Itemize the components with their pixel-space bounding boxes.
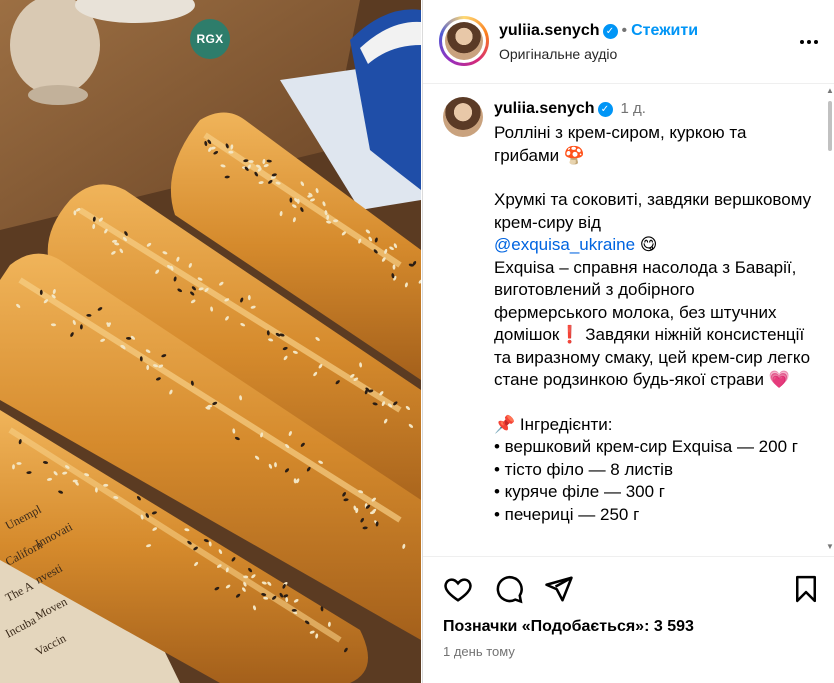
story-ring[interactable] — [439, 16, 489, 66]
scrollbar-thumb[interactable] — [828, 101, 832, 151]
mention-link[interactable]: @exquisa_ukraine — [494, 235, 635, 254]
caption-emoji: 😋 — [635, 235, 658, 254]
caption-line: • куряче філе — 300 г — [494, 482, 665, 501]
post-timestamp[interactable]: 1 день тому — [443, 644, 515, 659]
separator: • — [621, 22, 628, 39]
caption-gap — [494, 392, 812, 414]
caption-text: Ролліні з крем-сиром, куркою та грибами … — [494, 122, 812, 526]
caption-area: yuliia.senych ✓ 1 д. Ролліні з крем-сиром,… — [423, 85, 827, 555]
caption-line-text: Хрумкі та соковиті, завдяки вершковому к… — [494, 190, 812, 232]
caption-line: • печериці — 250 г — [494, 504, 640, 524]
header-user-line: yuliia.senych ✓ • Стежити — [499, 22, 698, 40]
avatar[interactable] — [445, 22, 483, 60]
post-photo[interactable]: Unempl Innovati Californ nvesti The A Moven In… — [0, 0, 421, 683]
caption-line: Хрумкі та соковиті, завдяки вершковому к… — [494, 189, 812, 257]
caption-line: Ролліні з крем-сиром, куркою та грибами … — [494, 123, 747, 165]
post-details-panel: yuliia.senych ✓ • Стежити Оригінальне аудіо… — [422, 0, 834, 683]
scroll-down-icon[interactable]: ▼ — [826, 543, 834, 551]
post-header: yuliia.senych ✓ • Стежити Оригінальне аудіо — [423, 0, 834, 84]
verified-badge-icon: ✓ — [602, 24, 618, 39]
bookmark-icon[interactable] — [791, 574, 821, 604]
likes-count[interactable]: Позначки «Подобається»: 3 593 — [443, 618, 694, 636]
caption-time[interactable]: 1 д. — [621, 100, 646, 117]
caption-gap — [494, 167, 812, 189]
verified-badge-icon: ✓ — [597, 102, 613, 117]
caption-line: • вершковий крем-сир Exquisa — 200 г — [494, 437, 798, 456]
caption-username[interactable]: yuliia.senych — [494, 100, 595, 117]
follow-button[interactable]: Стежити — [631, 22, 698, 39]
caption-avatar[interactable] — [443, 97, 483, 137]
comment-icon[interactable] — [494, 574, 524, 604]
original-audio-link[interactable]: Оригінальне аудіо — [499, 46, 617, 62]
food-image: UnemplInnovatiCalifornnvestiThe AMovenIn… — [0, 0, 421, 683]
caption-line: Exquisa – справня насолода з Баварії, ви… — [494, 257, 811, 390]
more-horizontal-icon[interactable] — [797, 30, 821, 54]
share-icon[interactable] — [544, 574, 574, 604]
caption-header: yuliia.senych ✓ 1 д. — [494, 100, 646, 118]
caption-scrollbar[interactable]: ▲ ▼ — [824, 85, 834, 555]
action-bar: Позначки «Подобається»: 3 593 1 день том… — [423, 556, 834, 683]
header-username[interactable]: yuliia.senych — [499, 22, 600, 39]
caption-line: • тісто філо — 8 листів — [494, 459, 673, 479]
caption-line: 📌 Інгредієнти: — [494, 414, 613, 434]
watermark-badge: RGX — [190, 19, 230, 59]
heart-icon[interactable] — [443, 574, 473, 604]
scroll-up-icon[interactable]: ▲ — [826, 87, 834, 95]
